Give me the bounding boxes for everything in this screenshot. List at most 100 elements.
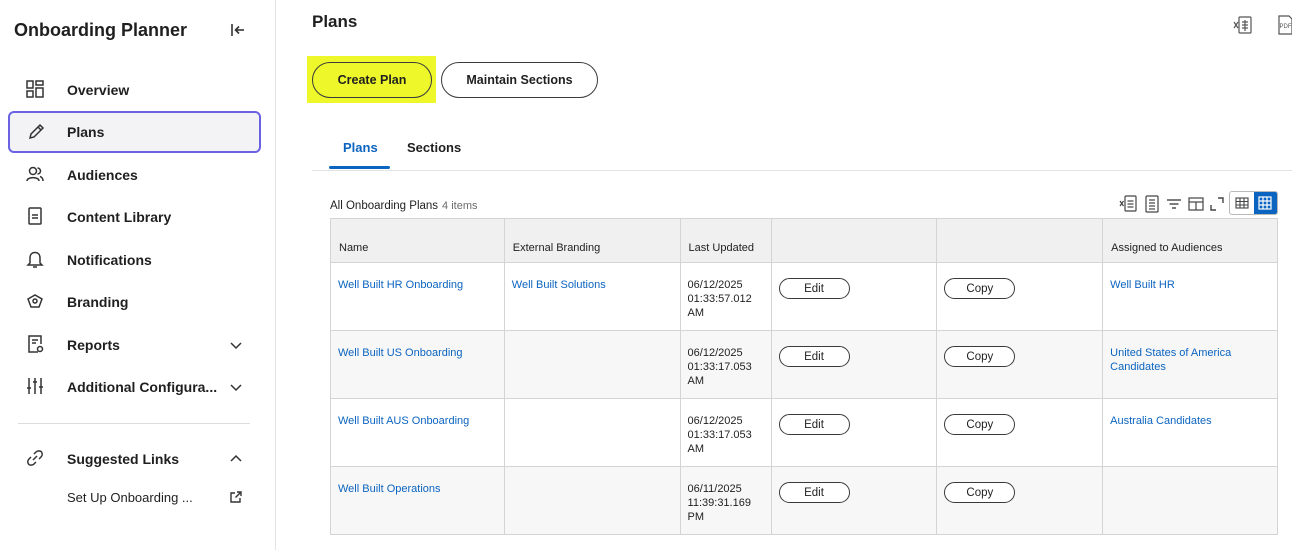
plan-name-link[interactable]: Well Built HR Onboarding xyxy=(338,279,463,291)
edit-button[interactable]: Edit xyxy=(778,346,850,367)
active-tab-indicator xyxy=(329,166,390,169)
branding-cell xyxy=(503,330,681,399)
audience-link[interactable]: Well Built HR xyxy=(1110,279,1175,291)
suggested-links-label: Suggested Links xyxy=(67,451,180,467)
grid-title: All Onboarding Plans xyxy=(330,200,439,212)
copy-button[interactable]: Copy xyxy=(944,278,1016,299)
tab-plans[interactable]: Plans xyxy=(343,140,378,155)
sliders-icon xyxy=(25,376,45,396)
page-title: Plans xyxy=(312,12,358,31)
sidebar-item-content-library[interactable]: Content Library xyxy=(8,196,261,238)
branding-icon xyxy=(25,291,45,311)
filter-icon[interactable] xyxy=(1164,194,1184,214)
table-row: Well Built US Onboarding 06/12/2025 01:33… xyxy=(330,330,1278,399)
report-icon xyxy=(25,334,45,354)
edit-button[interactable]: Edit xyxy=(778,414,850,435)
sidebar-item-label: Content Library xyxy=(67,209,172,225)
table-row: Well Built HR Onboarding Well Built Solu… xyxy=(330,262,1278,331)
collapse-sidebar-icon[interactable] xyxy=(227,20,247,40)
link-icon xyxy=(25,448,45,468)
sidebar-item-label: Overview xyxy=(67,82,130,98)
sidebar-item-overview[interactable]: Overview xyxy=(8,69,261,111)
audience-cell xyxy=(1102,466,1278,535)
last-updated-cell: 06/12/2025 01:33:17.053 AM xyxy=(679,330,772,399)
updated-ampm: AM xyxy=(687,375,705,387)
column-header xyxy=(770,218,938,263)
updated-date: 06/12/2025 xyxy=(687,415,743,427)
view-toggle xyxy=(1229,191,1278,215)
copy-button[interactable]: Copy xyxy=(944,482,1016,503)
updated-time: 11:39:31.169 xyxy=(687,497,751,509)
column-header[interactable]: Last Updated xyxy=(679,218,772,263)
export-excel-icon[interactable] xyxy=(1118,194,1138,214)
suggested-links-header[interactable]: Suggested Links xyxy=(8,438,261,480)
sidebar-item-label: Notifications xyxy=(67,252,152,268)
updated-ampm: AM xyxy=(687,307,705,319)
branding-cell xyxy=(503,466,681,535)
edit-button[interactable]: Edit xyxy=(778,278,850,299)
updated-ampm: PM xyxy=(687,511,705,523)
chevron-down-icon[interactable] xyxy=(228,379,244,395)
last-updated-cell: 06/11/2025 11:39:31.169 PM xyxy=(679,466,772,535)
print-icon[interactable] xyxy=(1142,194,1162,214)
grid-item-count: 4 items xyxy=(442,200,478,212)
branding-link[interactable]: Well Built Solutions xyxy=(512,279,606,291)
sidebar-item-reports[interactable]: Reports xyxy=(8,324,261,366)
pencil-icon xyxy=(26,122,46,142)
sidebar-item-label: Additional Configura... xyxy=(67,379,218,395)
copy-button[interactable]: Copy xyxy=(944,414,1016,435)
updated-date: 06/12/2025 xyxy=(687,347,743,359)
edit-button[interactable]: Edit xyxy=(778,482,850,503)
last-updated-cell: 06/12/2025 01:33:17.053 AM xyxy=(679,398,772,467)
updated-time: 01:33:17.053 xyxy=(687,361,752,373)
export-pdf-icon[interactable]: PDF xyxy=(1276,14,1292,36)
table-row: Well Built Operations 06/11/2025 11:39:31… xyxy=(330,466,1278,535)
audience-link[interactable]: Australia Candidates xyxy=(1110,415,1212,427)
branding-cell xyxy=(503,398,681,467)
updated-date: 06/11/2025 xyxy=(687,483,742,495)
table-view-icon[interactable] xyxy=(1230,192,1254,214)
plan-name-link[interactable]: Well Built US Onboarding xyxy=(338,347,463,359)
plan-name-link[interactable]: Well Built Operations xyxy=(338,483,441,495)
column-header[interactable]: Assigned to Audiences xyxy=(1102,218,1278,263)
app-title: Onboarding Planner xyxy=(14,20,188,40)
column-header xyxy=(936,218,1104,263)
tab-sections[interactable]: Sections xyxy=(407,140,461,155)
export-excel-icon[interactable] xyxy=(1232,14,1254,36)
external-link-icon[interactable] xyxy=(229,490,243,504)
sidebar-item-plans[interactable]: Plans xyxy=(8,111,261,153)
updated-date: 06/12/2025 xyxy=(687,279,743,291)
plan-name-link[interactable]: Well Built AUS Onboarding xyxy=(338,415,469,427)
column-header[interactable]: External Branding xyxy=(503,218,681,263)
sidebar: Onboarding Planner Overview Plans Audien… xyxy=(0,0,276,550)
people-icon xyxy=(25,164,45,184)
columns-icon[interactable] xyxy=(1186,194,1206,214)
grid-icon xyxy=(25,79,45,99)
sidebar-item-label: Reports xyxy=(67,337,120,353)
bell-icon xyxy=(25,249,45,269)
sidebar-divider xyxy=(18,423,250,424)
create-plan-button[interactable]: Create Plan xyxy=(312,62,432,98)
svg-text:PDF: PDF xyxy=(1280,24,1292,30)
maintain-sections-button[interactable]: Maintain Sections xyxy=(441,62,598,98)
sidebar-item-branding[interactable]: Branding xyxy=(8,281,261,323)
audience-line: Candidates xyxy=(1110,361,1166,373)
sidebar-item-notifications[interactable]: Notifications xyxy=(8,239,261,281)
copy-button[interactable]: Copy xyxy=(944,346,1016,367)
column-header[interactable]: Name xyxy=(330,218,505,263)
fullscreen-icon[interactable] xyxy=(1207,194,1227,214)
sidebar-item-label: Audiences xyxy=(67,167,138,183)
grid-view-icon[interactable] xyxy=(1253,192,1277,214)
sidebar-item-label: Branding xyxy=(67,294,129,310)
updated-time: 01:33:57.012 xyxy=(687,293,752,305)
chevron-up-icon[interactable] xyxy=(228,451,244,467)
sidebar-item-audiences[interactable]: Audiences xyxy=(8,154,261,196)
chevron-down-icon[interactable] xyxy=(228,337,244,353)
sidebar-item-additional-configuration[interactable]: Additional Configura... xyxy=(8,366,261,408)
table-row: Well Built AUS Onboarding 06/12/2025 01:3… xyxy=(330,398,1278,467)
updated-ampm: AM xyxy=(687,443,705,455)
audience-link[interactable]: United States of America Candidates xyxy=(1110,347,1231,373)
grid-caption: All Onboarding Plans 4 items xyxy=(330,200,478,212)
last-updated-cell: 06/12/2025 01:33:57.012 AM xyxy=(679,262,772,331)
suggested-link-setup-onboarding[interactable]: Set Up Onboarding ... xyxy=(67,490,193,505)
